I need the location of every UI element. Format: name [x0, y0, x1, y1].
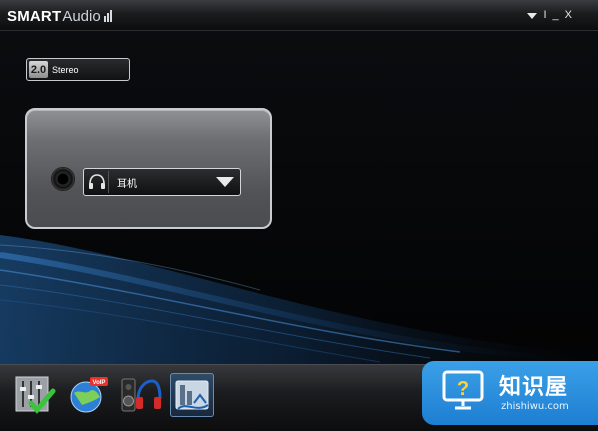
- svg-text:VoIP: VoIP: [93, 380, 106, 386]
- help-monitor-icon: ?: [442, 370, 484, 410]
- speaker-mode-indicator[interactable]: 2.0 Stereo: [26, 58, 130, 81]
- minimize-button[interactable]: _: [553, 9, 559, 21]
- watermark-title: 知识屋: [499, 375, 569, 400]
- watermark-url: zhishiwu.com: [501, 401, 569, 412]
- selected-device-label: 耳机: [117, 178, 137, 190]
- window-controls: I _ X: [527, 9, 572, 21]
- smartaudio-window: SMART Audio I _ X 2.0 Stereo 耳机 VoIP ? 知…: [0, 0, 598, 431]
- audio-director-icon[interactable]: [170, 373, 214, 417]
- channel-label: Stereo: [52, 64, 79, 75]
- speaker-headphone-icon[interactable]: [118, 373, 162, 417]
- level-bars-icon: [103, 10, 112, 22]
- chevron-down-icon[interactable]: [216, 177, 234, 187]
- device-panel: 耳机: [25, 108, 272, 229]
- app-logo: SMART Audio: [7, 6, 112, 26]
- close-button[interactable]: X: [565, 9, 572, 21]
- title-bar: SMART Audio I _ X: [0, 0, 598, 31]
- channel-badge: 2.0: [29, 61, 48, 78]
- brand-audio: Audio: [62, 7, 101, 25]
- voip-globe-icon[interactable]: VoIP: [66, 373, 110, 417]
- device-select[interactable]: 耳机: [83, 168, 241, 196]
- menu-dropdown-icon[interactable]: [527, 12, 538, 19]
- equalizer-check-icon[interactable]: [13, 373, 57, 417]
- brand-smart: SMART: [7, 7, 62, 25]
- svg-text:?: ?: [457, 378, 469, 400]
- divider: I: [543, 9, 547, 21]
- headphones-icon: [86, 171, 109, 193]
- site-watermark: ? 知识屋 zhishiwu.com: [422, 361, 598, 425]
- audio-jack-icon: [51, 167, 75, 191]
